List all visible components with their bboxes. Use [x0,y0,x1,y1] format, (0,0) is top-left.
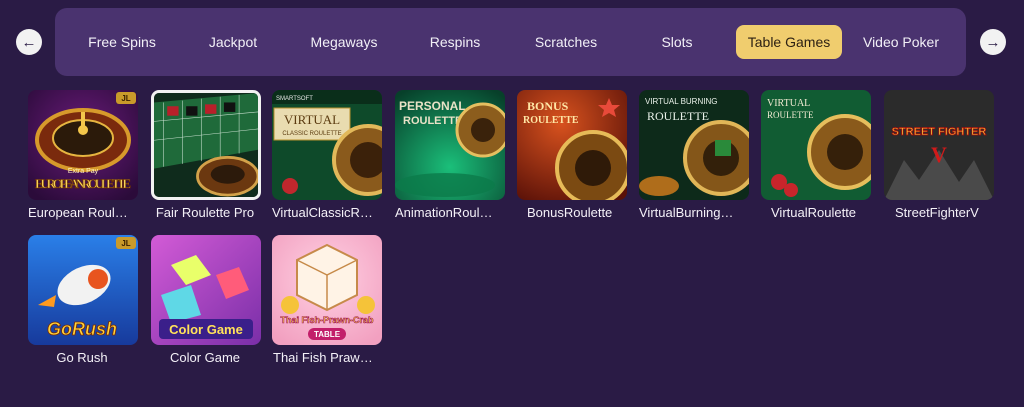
game-tile-virtual-classic-roulette[interactable]: SMARTSOFT VIRTUAL CLASSIC ROULETTE [272,90,382,200]
svg-text:Color Game: Color Game [169,322,243,337]
thai-fish-prawn-crab-thumbnail: Thai Fish-Prawn-Crab TABLE [272,235,382,345]
game-tile-animation-roulette[interactable]: PERSONAL ROULETTE [395,90,505,200]
tab-slots[interactable]: Slots [647,25,707,59]
game-tile-virtual-roulette[interactable]: VIRTUAL ROULETTE [761,90,871,200]
tab-scratches[interactable]: Scratches [521,25,611,59]
game-name[interactable]: VirtualClassicR… [272,205,390,220]
svg-text:Extra Pay: Extra Pay [68,168,99,175]
game-tile-go-rush[interactable]: GoRush JL [28,235,138,345]
street-fighter-v-thumbnail: STREET FIGHTER V [884,90,994,200]
svg-text:CLASSIC ROULETTE: CLASSIC ROULETTE [282,131,341,137]
svg-text:TABLE: TABLE [314,330,341,339]
svg-text:EUROPEAN ROULETTE: EUROPEAN ROULETTE [35,176,131,191]
next-arrow-button[interactable]: → [980,29,1006,55]
game-name[interactable]: AnimationRoul… [395,205,513,220]
tab-table-games[interactable]: Table Games [736,25,842,59]
game-name[interactable]: Fair Roulette Pro [146,205,264,220]
arrow-left-icon: ← [21,33,37,51]
prev-arrow-button[interactable]: ← [16,29,42,55]
virtual-burning-roulette-thumbnail: VIRTUAL BURNING ROULETTE [639,90,749,200]
tab-video-poker[interactable]: Video Poker [856,25,946,59]
game-tile-virtual-burning-roulette[interactable]: VIRTUAL BURNING ROULETTE [639,90,749,200]
european-roulette-thumbnail: Extra Pay EUROPEAN ROULETTE JL [28,90,138,200]
svg-text:ROULETTE: ROULETTE [767,110,814,120]
game-name[interactable]: Go Rush [23,350,141,365]
virtual-roulette-thumbnail: VIRTUAL ROULETTE [761,90,871,200]
game-name[interactable]: Thai Fish Praw… [273,350,391,365]
category-tab-bar: Free Spins Jackpot Megaways Respins Scra… [55,8,966,76]
svg-text:GoRush: GoRush [47,319,117,339]
svg-text:ROULETTE: ROULETTE [647,109,709,123]
svg-text:PERSONAL: PERSONAL [399,99,466,113]
svg-text:ROULETTE: ROULETTE [403,115,462,127]
game-name[interactable]: StreetFighterV [895,205,1013,220]
bonus-roulette-thumbnail: BONUS ROULETTE [517,90,627,200]
game-tile-street-fighter-v[interactable]: STREET FIGHTER V [884,90,994,200]
game-tile-european-roulette[interactable]: Extra Pay EUROPEAN ROULETTE JL [28,90,138,200]
game-name[interactable]: VirtualRoulette [771,205,889,220]
svg-text:JL: JL [121,94,130,103]
svg-text:BONUS: BONUS [527,99,569,113]
game-tile-color-game[interactable]: Color Game [151,235,261,345]
svg-text:ROULETTE: ROULETTE [523,115,579,126]
game-tile-fair-roulette-pro[interactable] [151,90,261,200]
game-name[interactable]: European Roul… [28,205,146,220]
svg-text:VIRTUAL: VIRTUAL [284,112,340,127]
game-name[interactable]: VirtualBurning… [639,205,757,220]
color-game-thumbnail: Color Game [151,235,261,345]
svg-text:VIRTUAL: VIRTUAL [767,98,810,109]
game-tile-thai-fish-prawn-crab[interactable]: Thai Fish-Prawn-Crab TABLE [272,235,382,345]
game-name[interactable]: Color Game [146,350,264,365]
tab-free-spins[interactable]: Free Spins [77,25,167,59]
svg-text:Thai Fish-Prawn-Crab: Thai Fish-Prawn-Crab [280,315,374,325]
arrow-right-icon: → [985,33,1001,51]
go-rush-thumbnail: GoRush JL [28,235,138,345]
svg-text:SMARTSOFT: SMARTSOFT [276,96,313,102]
virtual-classic-roulette-thumbnail: SMARTSOFT VIRTUAL CLASSIC ROULETTE [272,90,382,200]
tab-jackpot[interactable]: Jackpot [193,25,273,59]
svg-text:JL: JL [121,239,130,248]
tab-respins[interactable]: Respins [415,25,495,59]
svg-text:VIRTUAL BURNING: VIRTUAL BURNING [645,97,717,106]
game-tile-bonus-roulette[interactable]: BONUS ROULETTE [517,90,627,200]
fair-roulette-pro-thumbnail [154,93,258,197]
tab-megaways[interactable]: Megaways [299,25,389,59]
svg-text:V: V [931,142,947,167]
svg-text:STREET FIGHTER: STREET FIGHTER [892,126,987,138]
animation-roulette-thumbnail: PERSONAL ROULETTE [395,90,505,200]
game-name[interactable]: BonusRoulette [527,205,645,220]
